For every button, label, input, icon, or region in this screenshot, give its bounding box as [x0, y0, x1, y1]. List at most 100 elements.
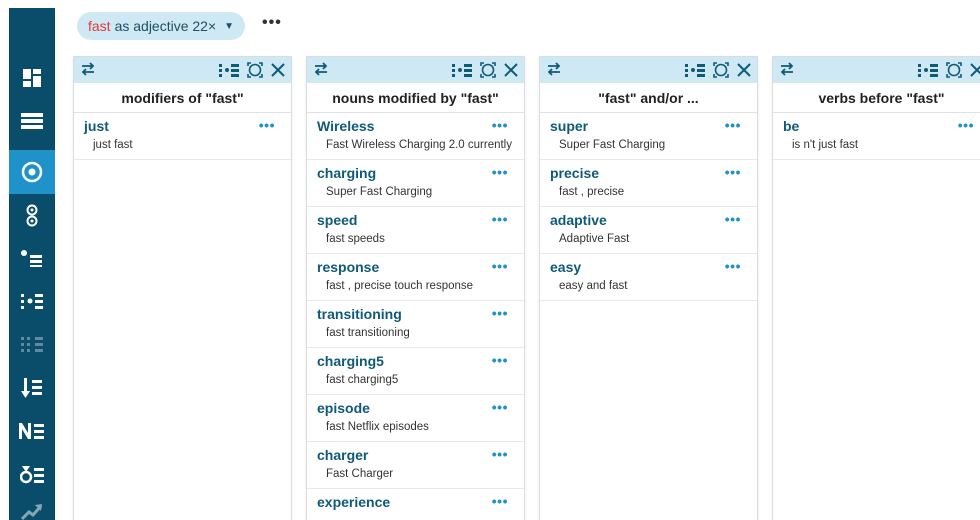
- sidebar-item-two-circles[interactable]: [9, 194, 55, 238]
- collocation-entry[interactable]: super ••• Super Fast Charging: [540, 113, 757, 160]
- query-keyword: fast: [88, 18, 111, 34]
- panel-toolbar: [307, 57, 524, 83]
- entry-more-button[interactable]: •••: [492, 399, 508, 415]
- sidebar-item-sort-list[interactable]: [9, 366, 55, 410]
- example-snippet: Super Fast Charging: [559, 139, 666, 151]
- example-snippet: Adaptive Fast: [559, 233, 630, 245]
- grid-list-icon: [21, 294, 43, 309]
- sidebar-item-ne-list[interactable]: [9, 409, 55, 453]
- panel-title: "fast" and/or ...: [540, 83, 757, 113]
- example-snippet: fast , precise: [559, 186, 625, 198]
- sidebar-item-grid-list-faded[interactable]: [9, 322, 55, 366]
- collocation-entry[interactable]: charging ••• Super Fast Charging: [307, 160, 524, 207]
- collocation-entry[interactable]: transitioning ••• fast transitioning: [307, 301, 524, 348]
- entry-more-button[interactable]: •••: [492, 493, 508, 509]
- collocation-entry[interactable]: be ••• is n't just fast: [773, 113, 980, 160]
- target-icon: [21, 161, 43, 183]
- collocation-entry[interactable]: Wireless ••• Fast Wireless Charging 2.0 cu…: [307, 113, 524, 160]
- example-snippet: Fast Charger: [326, 468, 394, 480]
- collocation-entry[interactable]: precise ••• fast , precise: [540, 160, 757, 207]
- grid-view-icon[interactable]: [452, 63, 472, 82]
- collocation-entry[interactable]: easy ••• easy and fast: [540, 254, 757, 301]
- entry-more-button[interactable]: •••: [492, 211, 508, 227]
- ne-list-icon: [19, 423, 44, 439]
- swap-arrows-icon[interactable]: [779, 62, 795, 81]
- entry-more-button[interactable]: •••: [492, 352, 508, 368]
- example-snippet: Super Fast Charging: [326, 186, 433, 198]
- close-icon[interactable]: [970, 63, 980, 82]
- example-snippet: fast transitioning: [326, 327, 410, 339]
- grid-view-icon[interactable]: [219, 63, 239, 82]
- focus-icon[interactable]: [946, 62, 962, 83]
- collocation-entry[interactable]: response ••• fast , precise touch response: [307, 254, 524, 301]
- grid-view-icon[interactable]: [685, 63, 705, 82]
- result-panel: nouns modified by "fast" Wireless ••• Fast …: [306, 56, 525, 520]
- entry-more-button[interactable]: •••: [958, 117, 974, 133]
- swap-arrows-icon[interactable]: [546, 62, 562, 81]
- sidebar-item-grid-list[interactable]: [9, 279, 55, 323]
- collocation-entry[interactable]: speed ••• fast speeds: [307, 207, 524, 254]
- result-panel: modifiers of "fast" just ••• just fast: [73, 56, 292, 520]
- focus-icon[interactable]: [247, 62, 263, 83]
- panel-toolbar: [74, 57, 291, 83]
- focus-icon[interactable]: [713, 62, 729, 83]
- example-snippet: fast speeds: [326, 233, 385, 245]
- panel-title: verbs before "fast": [773, 83, 980, 113]
- grid-list-faded-icon: [21, 337, 43, 352]
- panel-toolbar-actions: [452, 62, 518, 83]
- entry-more-button[interactable]: •••: [725, 211, 741, 227]
- entry-more-button[interactable]: •••: [492, 117, 508, 133]
- entry-more-button[interactable]: •••: [492, 258, 508, 274]
- panel-toolbar-actions: [685, 62, 751, 83]
- sidebar-item-trend[interactable]: [9, 490, 55, 520]
- panel-title: nouns modified by "fast": [307, 83, 524, 113]
- example-snippet: just fast: [93, 139, 133, 151]
- delta-list-icon: [20, 466, 44, 484]
- close-icon[interactable]: [504, 63, 518, 82]
- example-snippet: fast Netflix episodes: [326, 421, 429, 433]
- list-icon: [21, 113, 43, 129]
- example-snippet: is n't just fast: [792, 139, 859, 151]
- trend-icon: [21, 504, 43, 520]
- result-panel: verbs before "fast" be ••• is n't just fast: [772, 56, 980, 520]
- bullet-list-icon: [21, 250, 42, 267]
- chevron-down-icon: ▼: [224, 20, 235, 32]
- focus-icon[interactable]: [480, 62, 496, 83]
- swap-arrows-icon[interactable]: [313, 62, 329, 81]
- sidebar-item-list[interactable]: [9, 99, 55, 143]
- dashboard-icon: [23, 69, 41, 87]
- more-options-button[interactable]: •••: [262, 14, 282, 32]
- collocation-entry[interactable]: adaptive ••• Adaptive Fast: [540, 207, 757, 254]
- swap-arrows-icon[interactable]: [80, 62, 96, 81]
- example-snippet: Fast Wireless Charging 2.0 currently: [326, 139, 512, 151]
- entry-more-button[interactable]: •••: [725, 117, 741, 133]
- close-icon[interactable]: [737, 63, 751, 82]
- entry-more-button[interactable]: •••: [259, 117, 275, 133]
- sort-list-icon: [21, 378, 42, 398]
- grid-view-icon[interactable]: [918, 63, 938, 82]
- collocation-entry[interactable]: episode ••• fast Netflix episodes: [307, 395, 524, 442]
- entry-more-button[interactable]: •••: [492, 305, 508, 321]
- sidebar: [9, 8, 55, 520]
- sidebar-item-bullet-list[interactable]: [9, 236, 55, 280]
- collocate-word[interactable]: be: [783, 118, 980, 135]
- sidebar-item-dashboard[interactable]: [9, 56, 55, 100]
- collocation-entry[interactable]: charging5 ••• fast charging5: [307, 348, 524, 395]
- collocation-entry[interactable]: just ••• just fast: [74, 113, 291, 160]
- panel-toolbar-actions: [918, 62, 980, 83]
- sidebar-item-target[interactable]: [9, 150, 55, 194]
- entry-more-button[interactable]: •••: [492, 164, 508, 180]
- query-selector[interactable]: fast as adjective 22× ▼: [77, 12, 245, 40]
- collocation-entry[interactable]: charger ••• Fast Charger: [307, 442, 524, 489]
- entry-more-button[interactable]: •••: [492, 446, 508, 462]
- panel-toolbar: [773, 57, 980, 83]
- panel-toolbar: [540, 57, 757, 83]
- close-icon[interactable]: [271, 63, 285, 82]
- entry-more-button[interactable]: •••: [725, 164, 741, 180]
- two-circles-icon: [26, 204, 38, 227]
- collocation-entry[interactable]: experience •••: [307, 489, 524, 520]
- example-snippet: fast , precise touch response: [326, 280, 474, 292]
- panel-toolbar-actions: [219, 62, 285, 83]
- example-snippet: easy and fast: [559, 280, 628, 292]
- entry-more-button[interactable]: •••: [725, 258, 741, 274]
